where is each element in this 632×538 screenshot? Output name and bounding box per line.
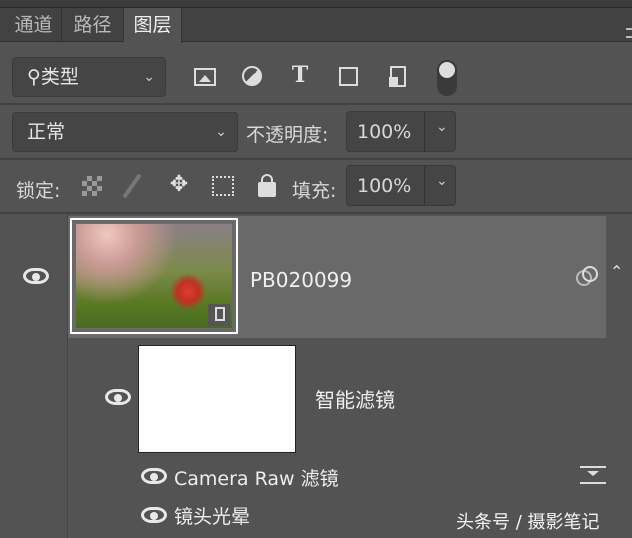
chevron-down-icon[interactable]: ⌄ <box>436 173 448 189</box>
tab-channels[interactable]: 通道 <box>6 8 62 42</box>
opacity-field[interactable]: 100% ⌄ <box>346 111 456 152</box>
layer-thumbnail-frame <box>70 218 238 334</box>
lock-transparent-pixels-icon[interactable] <box>82 176 102 196</box>
eye-icon[interactable] <box>23 268 49 284</box>
smart-filter-mask-thumbnail[interactable] <box>138 345 296 453</box>
tab-paths[interactable]: 路径 <box>62 8 124 42</box>
opacity-label: 不透明度: <box>246 124 329 146</box>
lock-all-icon[interactable] <box>258 174 276 197</box>
lock-position-icon[interactable]: ✥ <box>166 172 192 197</box>
opacity-value[interactable]: 100% <box>357 121 411 143</box>
smart-object-filter-icon[interactable] <box>389 66 406 87</box>
blend-mode-value: 正常 <box>27 121 66 143</box>
lock-label: 锁定: <box>16 180 61 202</box>
filter-toggle[interactable] <box>437 60 457 96</box>
fill-field[interactable]: 100% ⌄ <box>346 165 456 206</box>
eye-icon[interactable] <box>141 468 167 484</box>
fill-value[interactable]: 100% <box>357 175 411 197</box>
fill-label: 填充: <box>292 180 337 202</box>
layer-row[interactable]: PB020099 <box>68 216 606 338</box>
layer-filter-select[interactable]: ⚲类型 ⌄ <box>12 57 166 97</box>
filter-lens-flare[interactable]: 镜头光晕 <box>174 502 250 529</box>
adjustment-filter-icon[interactable] <box>242 66 262 86</box>
lock-artboard-icon[interactable] <box>212 176 234 196</box>
divider <box>0 212 632 214</box>
layer-name[interactable]: PB020099 <box>250 268 352 292</box>
shape-filter-icon[interactable] <box>339 67 358 86</box>
panel-menu-icon[interactable] <box>626 28 632 38</box>
type-filter-icon[interactable]: T <box>288 62 312 88</box>
divider <box>0 103 632 105</box>
filter-value: 类型 <box>40 66 79 88</box>
smart-filter-icon-overlay <box>582 266 598 282</box>
search-icon: ⚲ <box>27 66 41 88</box>
watermark: 头条号 / 摄影笔记 <box>456 512 600 533</box>
panel-tab-bar: 通道 路径 图层 <box>0 8 632 43</box>
divider <box>0 158 632 160</box>
chevron-down-icon: ⌄ <box>143 69 155 85</box>
chevron-down-icon[interactable]: ⌄ <box>436 119 448 135</box>
blend-mode-select[interactable]: 正常 ⌄ <box>12 112 238 152</box>
collapse-chevron-icon[interactable]: ⌃ <box>610 262 623 281</box>
tab-layers[interactable]: 图层 <box>124 8 182 43</box>
filter-blending-options-icon[interactable] <box>580 466 606 484</box>
top-strip <box>0 0 632 8</box>
filter-camera-raw[interactable]: Camera Raw 滤镜 <box>174 464 339 491</box>
chevron-down-icon: ⌄ <box>215 124 227 140</box>
image-filter-icon[interactable] <box>194 68 216 86</box>
smart-object-badge-icon <box>208 304 230 326</box>
smart-filters-label[interactable]: 智能滤镜 <box>315 384 395 413</box>
lock-image-pixels-icon[interactable] <box>122 173 142 199</box>
eye-icon[interactable] <box>105 389 131 405</box>
eye-icon[interactable] <box>141 507 167 523</box>
